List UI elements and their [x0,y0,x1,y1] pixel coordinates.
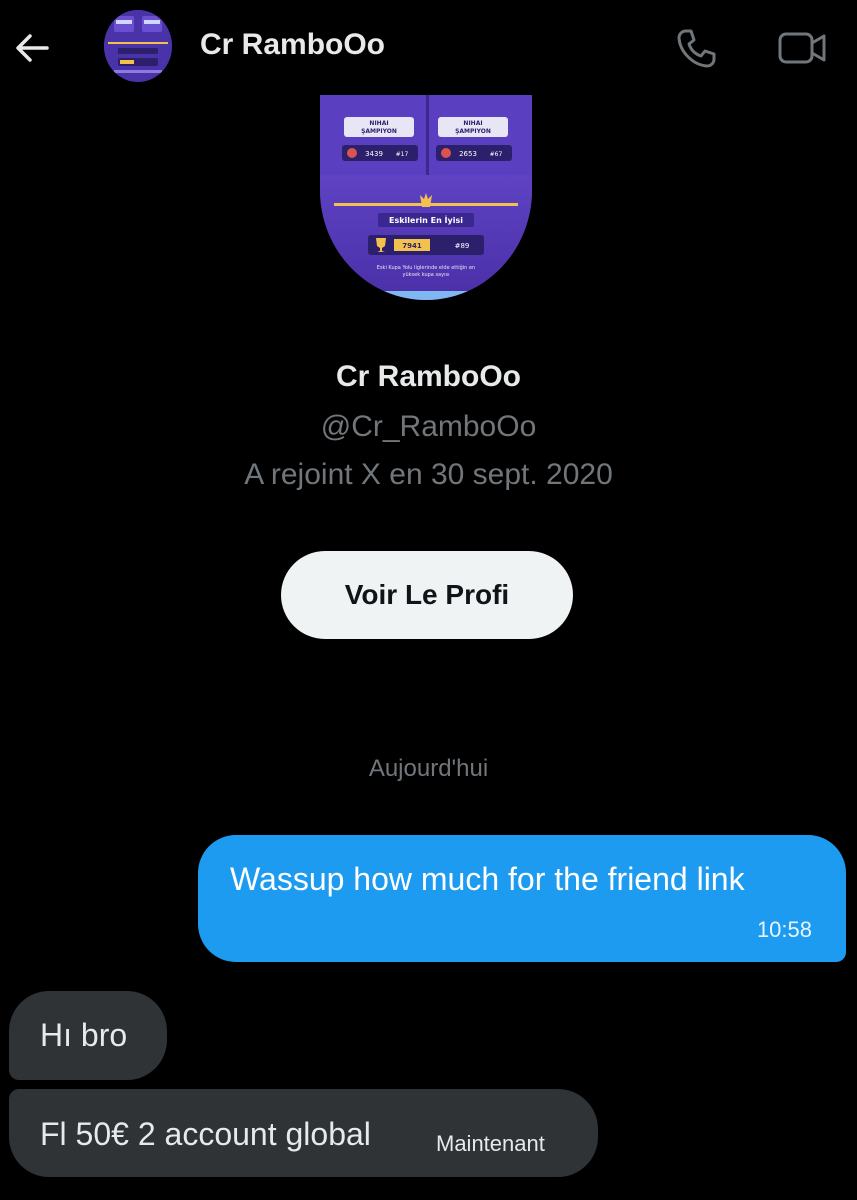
message-text: Fl 50€ 2 account global [40,1116,371,1152]
back-button[interactable] [10,26,54,70]
profile-handle: @Cr_RamboOo [320,410,537,443]
svg-text:7941: 7941 [402,242,422,250]
incoming-message[interactable]: Fl 50€ 2 account global Maintenant [9,1089,598,1177]
header-title[interactable]: Cr RamboOo [200,28,385,62]
arrow-left-icon [16,34,49,62]
call-button[interactable] [672,24,720,72]
svg-text:#67: #67 [490,151,503,158]
svg-text:#17: #17 [396,151,409,158]
svg-text:NIHAI: NIHAI [463,120,482,127]
svg-text:2653: 2653 [459,150,477,158]
svg-text:Eski Kupa Yolu liglerinde elde: Eski Kupa Yolu liglerinde elde ettiğin e… [377,264,475,271]
svg-text:Eskilerin En İyisi: Eskilerin En İyisi [389,215,463,225]
message-time: Maintenant [436,1131,545,1156]
header-avatar[interactable] [104,10,172,82]
svg-text:yüksek kupa sayısı: yüksek kupa sayısı [403,272,450,278]
phone-icon [677,29,716,68]
outgoing-message[interactable]: Wassup how much for the friend link 10:5… [198,835,846,962]
profile-avatar-image: NIHAI ŞAMPIYON 3439 #17 NIHAI ŞAMPIYON 2… [320,95,532,300]
svg-text:#89: #89 [455,242,470,250]
profile-name: Cr RamboOo [335,360,521,393]
view-profile-button[interactable]: Voir Le Profi [281,551,573,639]
message-time: 10:58 [756,917,812,942]
profile-joined-date: A rejoint X en 30 sept. 2020 [244,458,613,491]
message-text: Hı bro [40,1017,128,1053]
video-call-button[interactable] [772,24,832,72]
video-camera-icon [778,32,826,64]
svg-text:ŞAMPIYON: ŞAMPIYON [361,128,397,135]
avatar-image [104,10,172,82]
conversation-header: Cr RamboOo [0,0,857,95]
svg-text:ŞAMPIYON: ŞAMPIYON [455,128,491,135]
incoming-message[interactable]: Hı bro [9,991,167,1080]
date-separator: Aujourd'hui [368,755,489,782]
profile-avatar[interactable]: NIHAI ŞAMPIYON 3439 #17 NIHAI ŞAMPIYON 2… [320,95,532,300]
svg-text:NIHAI: NIHAI [369,120,388,127]
message-text: Wassup how much for the friend link [230,861,745,897]
svg-text:3439: 3439 [365,150,383,158]
